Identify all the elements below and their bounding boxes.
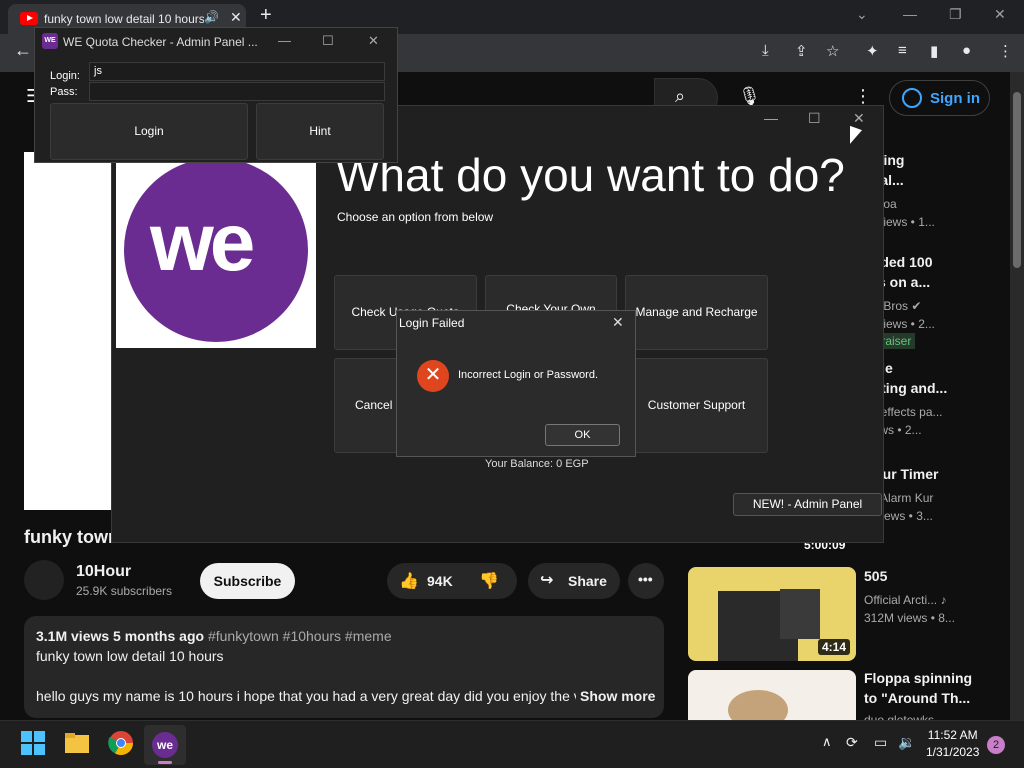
we-taskbar-icon: we: [152, 732, 178, 758]
we-app-taskbar-button[interactable]: we: [144, 725, 186, 765]
restore-icon[interactable]: ❐: [949, 6, 962, 23]
dislike-icon[interactable]: 👎: [479, 571, 499, 591]
rec-title[interactable]: Floppa spinning to "Around Th...: [864, 668, 972, 708]
description-line: funky town low detail 10 hours: [36, 648, 224, 664]
windows-start-icon[interactable]: [20, 730, 46, 756]
youtube-icon: [20, 12, 38, 25]
sync-icon[interactable]: ⟳: [846, 734, 858, 751]
login-field[interactable]: js: [89, 62, 385, 81]
search-icon: ⌕: [675, 86, 686, 106]
like-dislike-group: 👍 94K 👎: [387, 563, 517, 599]
customer-support-button[interactable]: Customer Support: [625, 358, 768, 453]
rec-thumbnail-floppa[interactable]: [688, 670, 856, 720]
rec-title[interactable]: 505: [864, 566, 887, 586]
share-button[interactable]: ↪ Share: [528, 563, 620, 599]
subscribe-button[interactable]: Subscribe: [200, 563, 295, 599]
chrome-icon[interactable]: [108, 730, 134, 756]
hint-button[interactable]: Hint: [256, 103, 384, 160]
clock-time: 11:52 AM: [927, 728, 978, 742]
clock[interactable]: 11:52 AM 1/31/2023: [926, 728, 979, 759]
like-count[interactable]: 94K: [427, 573, 453, 589]
balance-label: Your Balance: 0 EGP: [485, 458, 589, 470]
volume-icon[interactable]: 🔉: [898, 734, 915, 751]
share-icon[interactable]: ⇪: [795, 42, 808, 60]
dialog-title: Login Failed: [399, 316, 465, 330]
network-icon[interactable]: ▭: [874, 734, 887, 751]
tab-title: funky town low detail 10 hours: [44, 12, 204, 26]
page-subheading: Choose an option from below: [337, 210, 494, 224]
rec-channel: duo.gletewks: [864, 713, 935, 720]
minimize-icon[interactable]: —: [903, 6, 917, 22]
more-horizontal-icon: •••: [638, 571, 653, 587]
tab-search-icon[interactable]: ⌄: [856, 6, 868, 23]
login-window-title: WE Quota Checker - Admin Panel ...: [63, 35, 258, 49]
close-icon[interactable]: ✕: [612, 314, 624, 331]
ok-button[interactable]: OK: [545, 424, 620, 446]
login-button[interactable]: Login: [50, 103, 248, 160]
minimize-icon[interactable]: —: [764, 110, 778, 126]
mic-icon[interactable]: 🎙: [738, 86, 761, 107]
notification-badge[interactable]: 2: [987, 736, 1005, 754]
extensions-icon[interactable]: ✦: [866, 42, 879, 60]
chevron-up-icon[interactable]: ∧: [822, 734, 832, 750]
new-tab-icon[interactable]: +: [260, 4, 272, 27]
password-field[interactable]: [89, 82, 385, 101]
more-options-icon[interactable]: ⋮: [854, 86, 872, 107]
maximize-icon[interactable]: ☐: [322, 33, 334, 49]
rec-channel: Official Arcti... ♪: [864, 593, 947, 607]
tab-close-icon[interactable]: ✕: [230, 9, 242, 26]
bookmark-star-icon[interactable]: ☆: [826, 42, 839, 60]
description-text: hello guys my name is 10 hours i hope th…: [36, 688, 576, 704]
manage-recharge-button[interactable]: Manage and Recharge: [625, 275, 768, 350]
description-stats: 3.1M views 5 months ago: [36, 628, 205, 644]
speaker-icon[interactable]: 🔊: [204, 10, 219, 24]
share-label: Share: [568, 573, 607, 589]
dialog-message: Incorrect Login or Password.: [458, 369, 599, 381]
maximize-icon[interactable]: ☐: [808, 110, 821, 127]
video-player[interactable]: [24, 152, 114, 510]
file-explorer-icon[interactable]: [64, 730, 90, 756]
channel-avatar[interactable]: [24, 560, 64, 600]
signin-button[interactable]: Sign in: [889, 80, 990, 116]
rec-stats: 312M views • 8...: [864, 611, 955, 625]
mouse-cursor: [850, 125, 862, 149]
admin-panel-button[interactable]: NEW! - Admin Panel: [733, 493, 882, 516]
media-icon[interactable]: ≡: [898, 42, 907, 59]
account-icon: [902, 88, 922, 108]
description-box[interactable]: 3.1M views 5 months ago #funkytown #10ho…: [24, 616, 664, 718]
share-arrow-icon: ↪: [540, 572, 554, 589]
like-icon[interactable]: 👍: [399, 571, 419, 591]
login-label: Login:: [50, 70, 80, 82]
close-window-icon[interactable]: ✕: [994, 6, 1006, 23]
show-more-link[interactable]: Show more: [580, 688, 655, 704]
signin-label: Sign in: [930, 90, 980, 107]
we-app-icon: WE: [42, 33, 58, 49]
pass-label: Pass:: [50, 86, 78, 98]
minimize-icon[interactable]: —: [278, 33, 291, 48]
description-tags[interactable]: #funkytown #10hours #meme: [208, 628, 392, 644]
rec-duration: 4:14: [818, 639, 851, 655]
close-icon[interactable]: ✕: [368, 33, 379, 49]
install-icon[interactable]: ⤓: [762, 42, 769, 59]
page-heading: What do you want to do?: [336, 149, 845, 201]
clock-date: 1/31/2023: [926, 745, 980, 759]
more-actions-button[interactable]: •••: [628, 563, 664, 599]
we-logo-text: we: [150, 197, 255, 288]
close-icon[interactable]: ✕: [853, 110, 865, 127]
back-icon[interactable]: ←: [14, 40, 32, 61]
channel-subscribers: 25.9K subscribers: [76, 584, 173, 598]
page-scrollbar[interactable]: [1010, 72, 1024, 720]
profile-icon[interactable]: ●: [962, 42, 971, 59]
rec-thumbnail-505[interactable]: 4:14: [688, 567, 856, 661]
channel-name[interactable]: 10Hour: [76, 563, 131, 581]
side-panel-icon[interactable]: ▮: [930, 42, 938, 60]
error-icon: ✕: [417, 360, 449, 392]
menu-icon[interactable]: ⋮: [998, 42, 1013, 60]
